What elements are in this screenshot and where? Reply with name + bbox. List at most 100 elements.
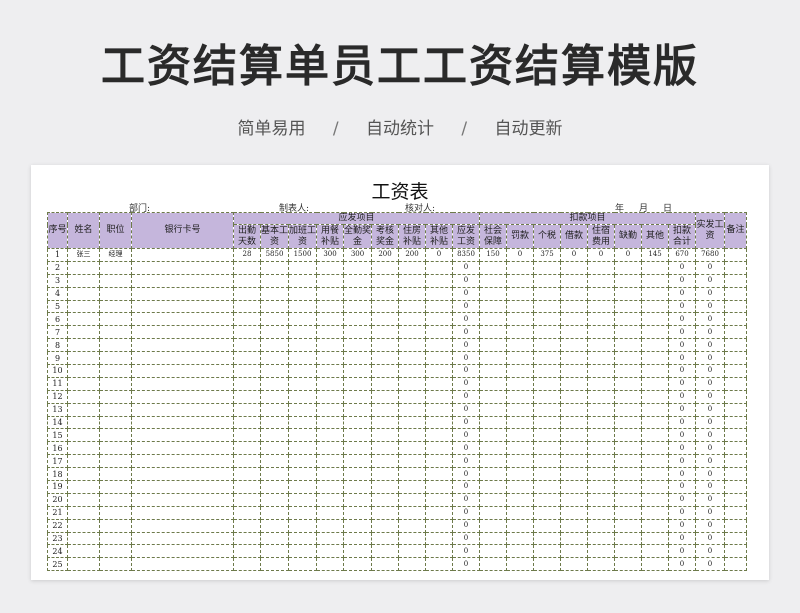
cell-remark[interactable] (724, 376, 747, 391)
cell-payable[interactable] (233, 505, 261, 520)
cell-deduct-total[interactable]: 0 (668, 389, 696, 404)
cell-payable[interactable] (425, 467, 453, 482)
cell-payable[interactable]: 300 (316, 248, 344, 262)
cell-deduct[interactable] (641, 299, 669, 314)
cell-name[interactable] (67, 402, 100, 417)
cell-deduct[interactable] (587, 492, 615, 507)
cell-deduct[interactable] (560, 325, 588, 340)
cell-payable[interactable] (288, 531, 317, 546)
cell-deduct[interactable] (587, 260, 615, 275)
cell-payable[interactable] (260, 325, 289, 340)
cell-deduct-total[interactable]: 0 (668, 364, 696, 378)
cell-name[interactable] (67, 351, 100, 366)
cell-name[interactable] (67, 428, 100, 443)
cell-position[interactable] (99, 518, 132, 533)
cell-name[interactable] (67, 518, 100, 533)
cell-deduct[interactable] (614, 312, 642, 327)
cell-payable[interactable] (398, 402, 426, 417)
cell-deduct[interactable] (641, 544, 669, 559)
cell-deduct[interactable] (479, 531, 507, 546)
cell-payable[interactable] (233, 338, 261, 353)
cell-payable[interactable] (425, 260, 453, 275)
cell-payable[interactable] (260, 273, 289, 288)
cell-deduct[interactable] (614, 518, 642, 533)
cell-payable[interactable] (343, 260, 372, 275)
cell-deduct[interactable] (641, 338, 669, 353)
cell-payable[interactable] (371, 338, 399, 353)
cell-deduct[interactable] (614, 415, 642, 430)
cell-name[interactable] (67, 273, 100, 288)
cell-payable[interactable] (233, 260, 261, 275)
cell-deduct[interactable] (533, 338, 561, 353)
cell-position[interactable] (99, 312, 132, 327)
cell-deduct[interactable] (641, 441, 669, 456)
cell-payable[interactable] (398, 467, 426, 482)
cell-bank-card[interactable] (131, 325, 234, 340)
cell-deduct[interactable]: 0 (587, 248, 615, 262)
cell-seq[interactable]: 5 (47, 299, 68, 314)
cell-payable[interactable] (233, 376, 261, 391)
cell-deduct[interactable] (506, 299, 534, 314)
cell-deduct[interactable] (506, 415, 534, 430)
cell-deduct-total[interactable]: 0 (668, 480, 696, 494)
cell-deduct[interactable] (641, 467, 669, 482)
cell-payable[interactable] (288, 480, 317, 494)
cell-deduct[interactable] (479, 351, 507, 366)
cell-deduct[interactable] (506, 389, 534, 404)
cell-payable[interactable] (316, 273, 344, 288)
cell-deduct[interactable] (614, 557, 642, 572)
cell-payable[interactable] (233, 389, 261, 404)
cell-deduct[interactable] (614, 441, 642, 456)
cell-deduct[interactable] (533, 505, 561, 520)
cell-payable[interactable] (260, 531, 289, 546)
cell-net-pay[interactable]: 0 (695, 480, 725, 494)
cell-deduct[interactable] (641, 260, 669, 275)
cell-deduct[interactable] (587, 312, 615, 327)
cell-deduct-total[interactable]: 0 (668, 299, 696, 314)
cell-net-pay[interactable]: 0 (695, 299, 725, 314)
cell-deduct[interactable] (614, 351, 642, 366)
cell-payable[interactable] (425, 454, 453, 469)
cell-payable[interactable] (425, 402, 453, 417)
cell-payable[interactable] (398, 273, 426, 288)
cell-deduct[interactable] (533, 454, 561, 469)
cell-position[interactable] (99, 325, 132, 340)
cell-deduct[interactable] (641, 364, 669, 378)
cell-net-pay[interactable]: 0 (695, 351, 725, 366)
cell-position[interactable] (99, 286, 132, 301)
cell-seq[interactable]: 14 (47, 415, 68, 430)
cell-deduct[interactable] (614, 480, 642, 494)
cell-payable-total[interactable]: 0 (452, 351, 480, 366)
cell-payable[interactable] (425, 441, 453, 456)
cell-deduct[interactable] (614, 531, 642, 546)
cell-deduct[interactable] (614, 325, 642, 340)
cell-payable[interactable] (425, 480, 453, 494)
cell-deduct-total[interactable]: 0 (668, 518, 696, 533)
cell-net-pay[interactable]: 0 (695, 364, 725, 378)
cell-bank-card[interactable] (131, 389, 234, 404)
cell-deduct[interactable] (587, 286, 615, 301)
cell-payable[interactable] (398, 415, 426, 430)
cell-deduct[interactable] (506, 505, 534, 520)
cell-deduct[interactable] (560, 299, 588, 314)
cell-deduct[interactable] (533, 415, 561, 430)
cell-payable[interactable] (260, 351, 289, 366)
cell-payable-total[interactable]: 0 (452, 312, 480, 327)
cell-deduct[interactable] (614, 428, 642, 443)
cell-deduct-total[interactable]: 0 (668, 351, 696, 366)
cell-payable-total[interactable]: 0 (452, 376, 480, 391)
cell-deduct[interactable] (587, 544, 615, 559)
cell-deduct[interactable] (587, 441, 615, 456)
cell-payable[interactable] (233, 299, 261, 314)
cell-payable-total[interactable]: 0 (452, 518, 480, 533)
cell-net-pay[interactable]: 0 (695, 557, 725, 572)
cell-payable[interactable] (233, 273, 261, 288)
cell-payable-total[interactable]: 0 (452, 402, 480, 417)
cell-seq[interactable]: 10 (47, 364, 68, 378)
cell-seq[interactable]: 13 (47, 402, 68, 417)
cell-position[interactable] (99, 376, 132, 391)
cell-payable[interactable] (288, 544, 317, 559)
cell-deduct[interactable] (641, 492, 669, 507)
cell-deduct[interactable] (641, 531, 669, 546)
cell-deduct[interactable] (641, 480, 669, 494)
